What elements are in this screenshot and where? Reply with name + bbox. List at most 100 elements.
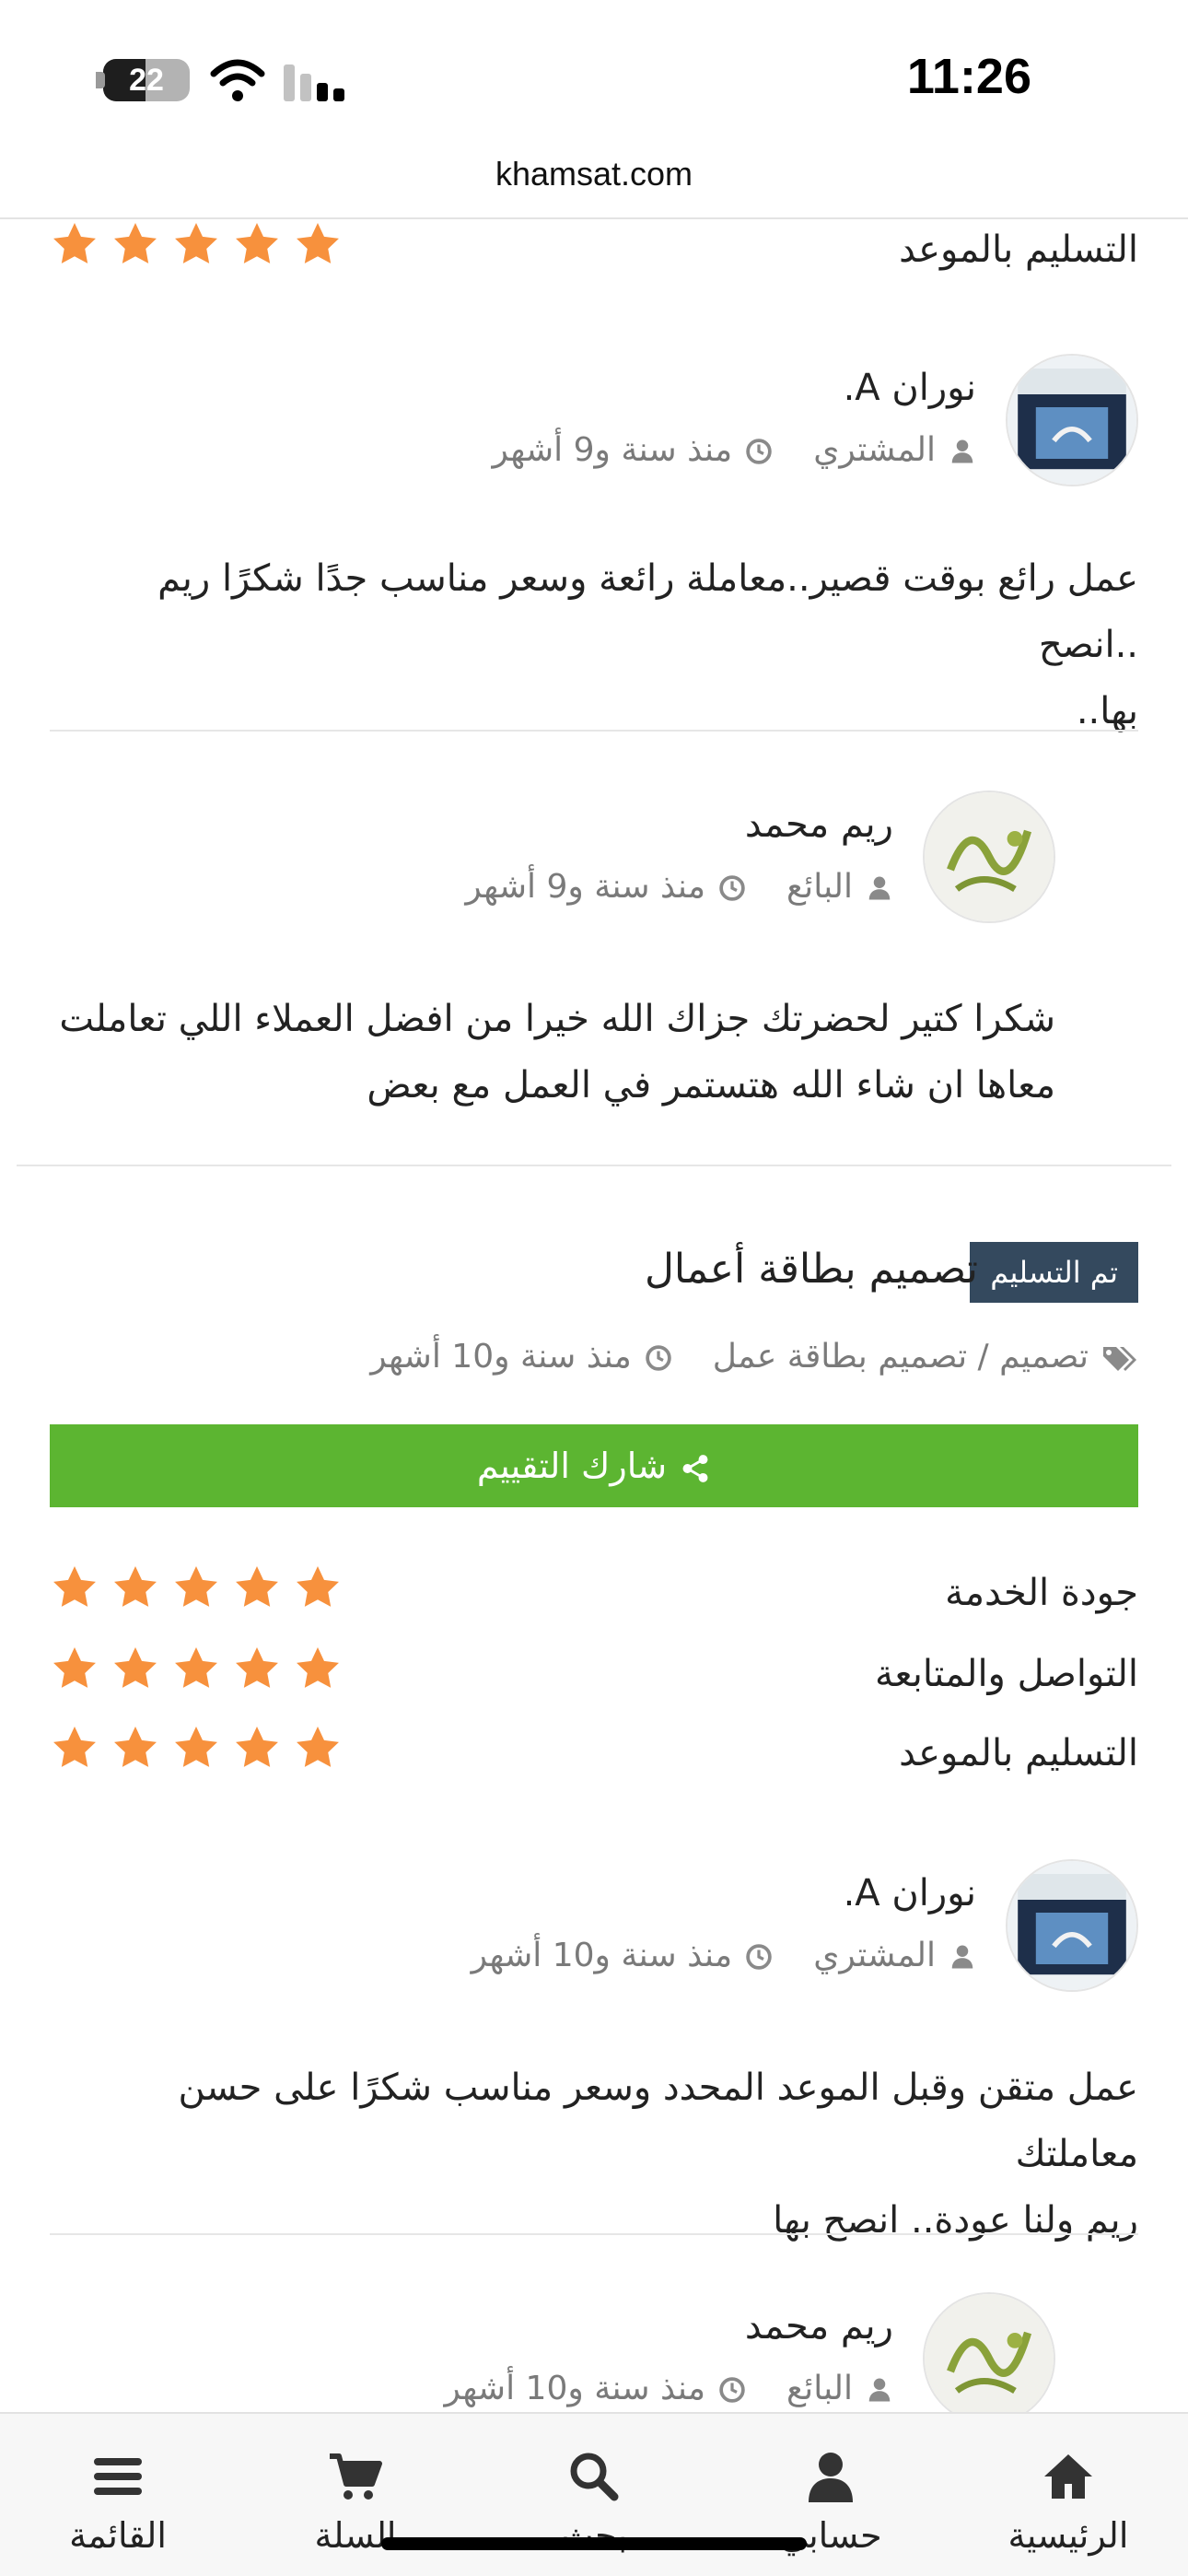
review-text-line: عمل رائع بوقت قصير..معاملة رائعة وسعر من…	[157, 557, 1138, 666]
review-meta: المشتري منذ سنة و10 أشهر	[472, 1937, 976, 1974]
clock-icon	[745, 1943, 773, 1971]
nav-home[interactable]: الرئيسية	[976, 2451, 1160, 2556]
buyer-review: نوران A. المشتري منذ سنة و9 أشهر عمل رائع…	[50, 354, 1138, 732]
seller-name[interactable]: ريم محمد	[745, 803, 893, 846]
star-icon	[171, 219, 221, 269]
star-icon	[232, 1644, 282, 1693]
star-icon	[293, 1644, 343, 1693]
user-icon	[949, 1943, 976, 1971]
bottom-nav: الرئيسية حسابي بحث السلة القائمة	[0, 2412, 1188, 2576]
star-rating	[50, 219, 354, 273]
reviewer-name[interactable]: نوران A.	[844, 1872, 976, 1914]
share-rating-label: شارك التقييم	[476, 1446, 668, 1486]
star-icon	[171, 1644, 221, 1693]
star-icon	[293, 1563, 343, 1612]
battery-tip	[96, 72, 105, 88]
star-icon	[111, 219, 160, 269]
star-icon	[171, 1723, 221, 1773]
star-icon	[111, 1644, 160, 1693]
share-rating-button[interactable]: شارك التقييم	[50, 1424, 1138, 1507]
cart-icon	[330, 2453, 382, 2500]
reply-text-line: شكرا كتير لحضرتك جزاك الله خيرا من افضل …	[59, 998, 1055, 1040]
seller-avatar[interactable]	[923, 790, 1055, 923]
menu-icon	[94, 2458, 142, 2495]
clock-icon	[745, 438, 773, 465]
reply-time: منذ سنة و10 أشهر	[444, 2370, 706, 2407]
star-icon	[293, 1723, 343, 1773]
search-icon	[570, 2453, 619, 2501]
star-rating	[50, 1563, 354, 1616]
star-icon	[293, 219, 343, 269]
buyer-avatar[interactable]	[1006, 1859, 1138, 1992]
nav-menu-label: القائمة	[69, 2515, 167, 2556]
nav-menu[interactable]: القائمة	[26, 2451, 210, 2556]
order-header: تم التسليم تصميم بطاقة أعمال	[50, 1240, 1138, 1314]
reply-meta: البائع منذ سنة و9 أشهر	[465, 868, 893, 906]
rating-label: التواصل والمتابعة	[875, 1653, 1138, 1695]
star-icon	[171, 1563, 221, 1612]
tags-icon	[1103, 1347, 1136, 1371]
share-icon	[682, 1454, 708, 1482]
rating-label: التسليم بالموعد	[899, 1732, 1138, 1774]
buyer-review: نوران A. المشتري منذ سنة و10 أشهر عمل متق…	[50, 1859, 1138, 2242]
home-icon	[1044, 2454, 1092, 2499]
review-divider	[50, 730, 1138, 732]
seller-role: البائع	[786, 868, 853, 906]
review-text-line: عمل متقن وقبل الموعد المحدد وسعر مناسب ش…	[178, 2067, 1138, 2175]
star-rating	[50, 1644, 354, 1697]
reply-meta: البائع منذ سنة و10 أشهر	[444, 2370, 893, 2407]
clock-icon	[645, 1344, 672, 1372]
star-icon	[50, 1723, 99, 1773]
review-text-line: بها..	[1076, 690, 1138, 732]
reviewer-role: المشتري	[813, 1937, 936, 1974]
star-icon	[232, 1563, 282, 1612]
user-icon	[866, 874, 893, 902]
home-indicator[interactable]	[381, 2537, 807, 2550]
star-icon	[111, 1723, 160, 1773]
rating-row-quality: جودة الخدمة	[50, 1563, 1138, 1627]
rating-row-communication: التواصل والمتابعة	[50, 1644, 1138, 1708]
reviews-content[interactable]: التسليم بالموعد نوران A. المشتري منذ سنة …	[0, 219, 1188, 2412]
order-time: منذ سنة و10 أشهر	[370, 1338, 632, 1376]
order-meta: تصميم / تصميم بطاقة عمل منذ سنة و10 أشهر	[370, 1338, 1138, 1376]
order-divider	[17, 1165, 1171, 1166]
cellular-signal-icon	[284, 64, 344, 101]
review-time: منذ سنة و10 أشهر	[471, 1937, 733, 1974]
user-icon	[809, 2453, 853, 2502]
star-rating	[50, 1723, 354, 1776]
status-bar: 22 11:26	[0, 0, 1188, 147]
reviewer-name[interactable]: نوران A.	[844, 367, 976, 409]
clock-icon	[718, 874, 746, 902]
review-meta: المشتري منذ سنة و9 أشهر	[493, 431, 976, 469]
battery-level: 22	[129, 63, 164, 98]
nav-home-label: الرئيسية	[1007, 2515, 1129, 2556]
order-category[interactable]: تصميم / تصميم بطاقة عمل	[713, 1338, 1089, 1376]
reply-time: منذ سنة و9 أشهر	[465, 868, 706, 906]
wifi-icon	[210, 59, 265, 101]
star-icon	[111, 1563, 160, 1612]
status-time: 11:26	[906, 49, 1031, 104]
star-icon	[50, 1644, 99, 1693]
star-icon	[232, 219, 282, 269]
buyer-avatar[interactable]	[1006, 354, 1138, 486]
review-text: عمل رائع بوقت قصير..معاملة رائعة وسعر من…	[50, 545, 1138, 744]
reviewer-role: المشتري	[813, 431, 936, 469]
user-icon	[949, 438, 976, 465]
review-text: عمل متقن وقبل الموعد المحدد وسعر مناسب ش…	[50, 2055, 1138, 2254]
user-icon	[866, 2376, 893, 2404]
order-title[interactable]: تصميم بطاقة أعمال	[645, 1246, 978, 1293]
status-badge: تم التسليم	[970, 1242, 1138, 1303]
url-bar[interactable]: khamsat.com	[0, 155, 1188, 193]
rating-row-delivery: التسليم بالموعد	[50, 1723, 1138, 1787]
seller-name[interactable]: ريم محمد	[745, 2305, 893, 2348]
review-divider	[50, 2233, 1138, 2235]
rating-label: جودة الخدمة	[945, 1572, 1138, 1614]
review-text-line: ريم ولنا عودة.. انصح بها	[773, 2199, 1138, 2242]
rating-row-delivery: التسليم بالموعد	[50, 219, 1138, 284]
seller-role: البائع	[786, 2370, 853, 2407]
clock-icon	[718, 2376, 746, 2404]
rating-label: التسليم بالموعد	[899, 228, 1138, 271]
reply-text: شكرا كتير لحضرتك جزاك الله خيرا من افضل …	[50, 986, 1055, 1118]
seller-avatar[interactable]	[923, 2292, 1055, 2412]
reply-text-line: معاها ان شاء الله هتستمر في العمل مع بعض	[367, 1064, 1055, 1107]
